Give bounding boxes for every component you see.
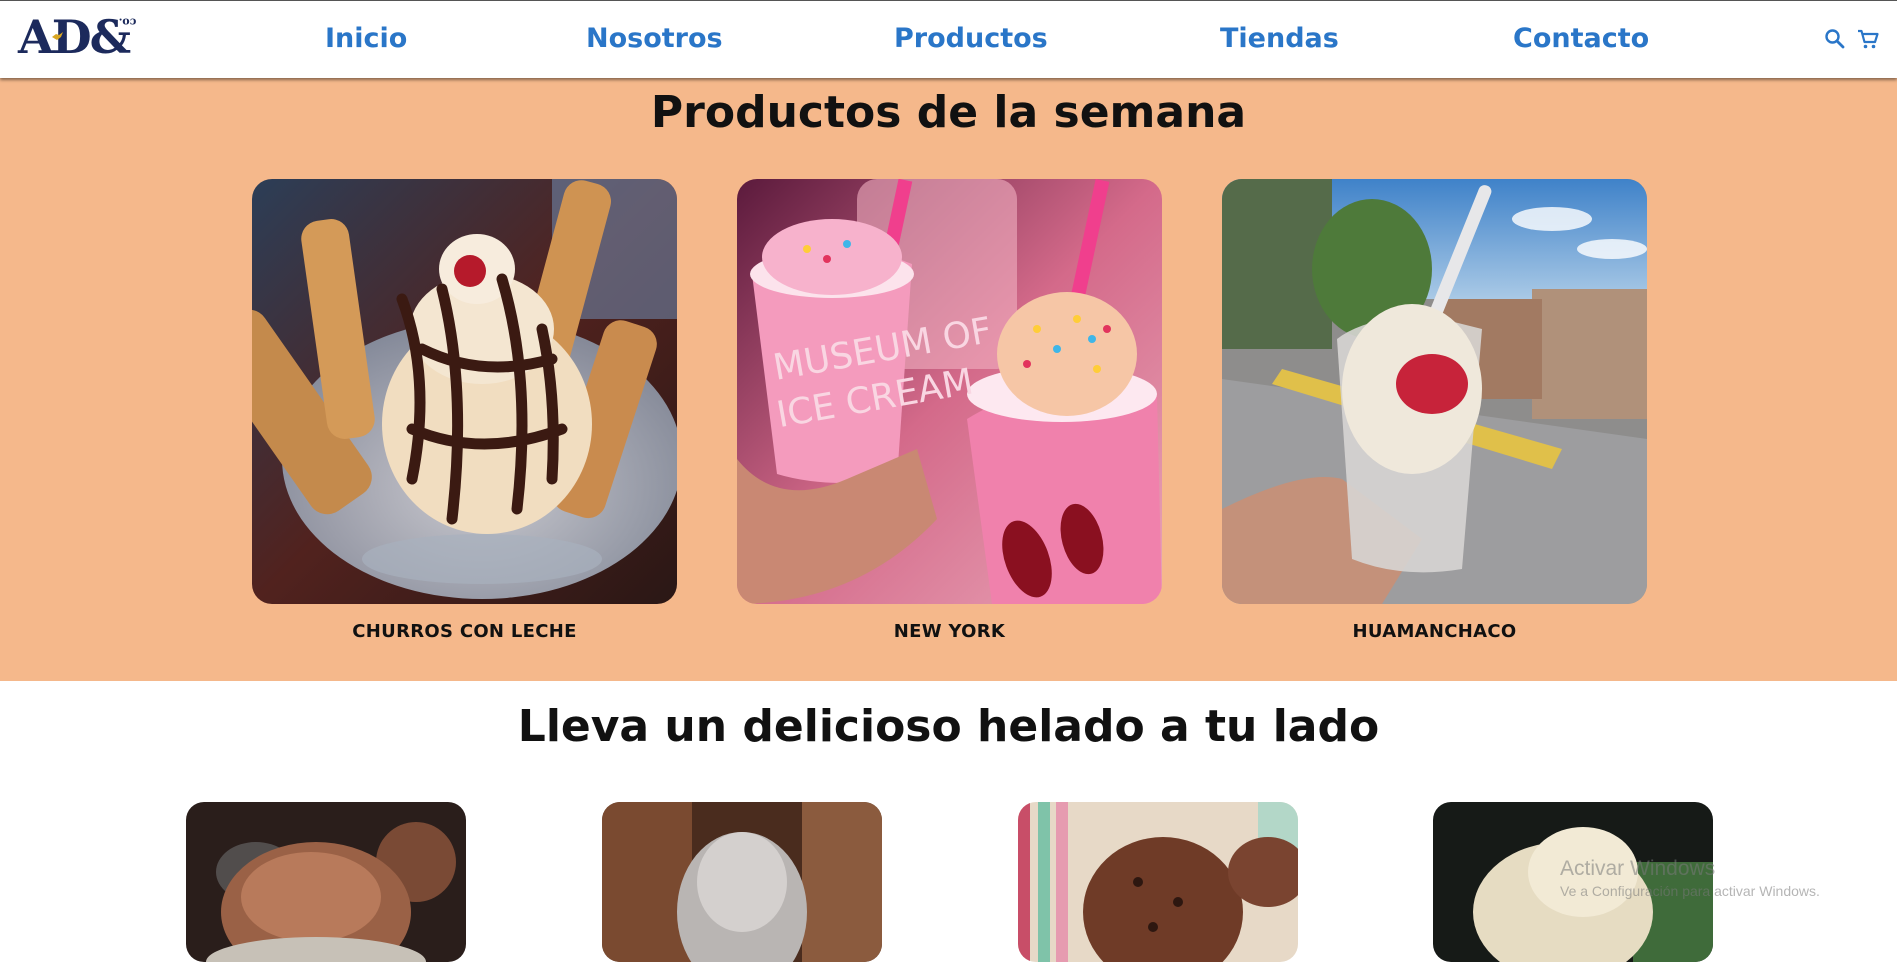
product-name-new-york: NEW YORK <box>893 621 1006 642</box>
windows-activation-watermark: Activar Windows Ve a Configuración para … <box>1560 856 1820 900</box>
product-card-churros[interactable]: CHURROS CON LECHE <box>252 179 677 644</box>
logo-text: AD& <box>18 10 131 64</box>
watermark-title: Activar Windows <box>1560 857 1716 880</box>
weekly-products-section: Productos de la semana CHURROS CON LECHE… <box>0 77 1897 681</box>
nav-link-tiendas[interactable]: Tiendas <box>1220 22 1339 56</box>
flavor-card-chocolate-chip[interactable] <box>1018 802 1298 962</box>
nav-link-contacto[interactable]: Contacto <box>1513 22 1649 56</box>
product-card-new-york[interactable]: MUSEUM OF ICE CREAM NEW YORK <box>737 179 1162 644</box>
product-image-huamanchaco[interactable] <box>1222 179 1647 604</box>
search-icon[interactable] <box>1824 28 1846 50</box>
flavor-card-vanilla-hand[interactable] <box>602 802 882 962</box>
brand-logo[interactable]: AD& co. <box>18 10 140 64</box>
product-image-churros[interactable] <box>252 179 677 604</box>
nav-link-nosotros[interactable]: Nosotros <box>586 22 723 56</box>
nav-link-inicio[interactable]: Inicio <box>325 22 407 56</box>
watermark-subtitle: Ve a Configuración para activar Windows. <box>1560 883 1820 899</box>
weekly-products-title: Productos de la semana <box>650 87 1247 138</box>
cart-icon[interactable] <box>1857 28 1879 50</box>
nav-link-productos[interactable]: Productos <box>894 22 1048 56</box>
product-name-churros: CHURROS CON LECHE <box>352 621 577 642</box>
logo-suffix: co. <box>118 15 137 29</box>
bird-icon <box>52 32 63 40</box>
flavor-card-chocolate[interactable] <box>186 802 466 962</box>
product-name-huamanchaco: HUAMANCHACO <box>1352 621 1517 642</box>
top-navigation-bar: AD& co. Inicio Nosotros Productos Tienda… <box>0 0 1897 78</box>
product-card-huamanchaco[interactable]: HUAMANCHACO <box>1222 179 1647 644</box>
carry-section-title: Lleva un delicioso helado a tu lado <box>517 701 1380 752</box>
product-image-new-york[interactable]: MUSEUM OF ICE CREAM <box>737 179 1162 604</box>
